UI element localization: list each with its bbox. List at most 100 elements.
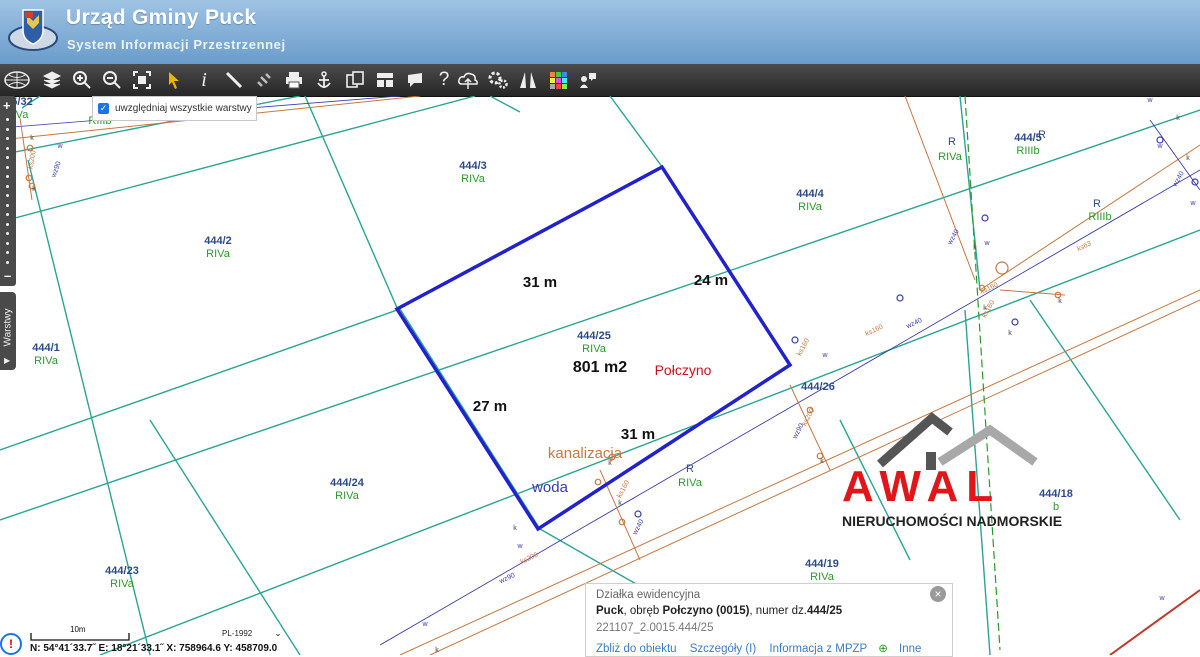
info-icon[interactable]: i	[192, 68, 216, 92]
zoom-level-dot[interactable]	[6, 118, 9, 121]
zoom-level-dot[interactable]	[6, 260, 9, 264]
r-label: R	[948, 136, 956, 148]
dimension-top: 31 m	[523, 274, 557, 291]
parcel-number-label: 444/26	[801, 381, 835, 393]
zoom-level-dot[interactable]	[6, 251, 9, 254]
land-use-label: RIIIb	[1088, 211, 1111, 223]
panel-heading: Działka ewidencyjna	[596, 589, 701, 601]
water-node-label: w	[1156, 143, 1163, 150]
user-location-icon[interactable]	[576, 68, 600, 92]
zoom-plus-icon[interactable]: +	[3, 98, 11, 113]
zoom-in-icon[interactable]	[70, 68, 94, 92]
pipe-label: ks200	[519, 551, 539, 565]
parcel-info-panel: Działka ewidencyjna × Puck, obręb Połczy…	[585, 583, 953, 657]
parcel-summary: Puck, obręb Połczyno (0015), numer dz.44…	[596, 605, 842, 617]
place-name: Puck	[596, 605, 624, 617]
zoom-out-icon[interactable]	[100, 68, 124, 92]
pipe-label: ks200	[801, 407, 816, 427]
zoom-level-dot[interactable]	[6, 203, 9, 207]
alert-icon[interactable]: !	[0, 633, 22, 655]
parcel-number-label: 444/23	[105, 565, 139, 577]
zoom-level-dot[interactable]	[6, 146, 9, 150]
anchor-icon[interactable]	[312, 68, 336, 92]
app-title: Urząd Gminy Puck	[66, 6, 257, 29]
mpzp-info-link[interactable]: Informacja z MPZP	[769, 643, 867, 655]
zoom-level-dot[interactable]	[6, 194, 9, 197]
zoom-level-dot[interactable]	[6, 184, 9, 188]
layers-tab[interactable]: Warstwy ▶	[0, 292, 16, 370]
zoom-level-dot[interactable]	[6, 156, 9, 159]
zoom-level-dot[interactable]	[6, 165, 9, 169]
parcel-number-label: 444/24	[330, 477, 365, 489]
parcel-number: 444/25	[806, 605, 843, 617]
map-view[interactable]: 444/3 RIVa 444/4 RIVa 444/2 RIVa 444/1 RIVa 444/…	[0, 96, 1200, 655]
zoom-level-dot[interactable]	[6, 175, 9, 178]
land-use-label: RIVa	[678, 477, 703, 489]
all-layers-label: uwzględniaj wszystkie warstwy	[115, 103, 252, 114]
road-icon[interactable]	[516, 68, 540, 92]
scale-label: 10m	[70, 625, 86, 634]
zoom-extent-icon[interactable]	[130, 68, 154, 92]
zoom-level-dot[interactable]	[6, 137, 9, 140]
pipe-label: wz90	[791, 422, 805, 441]
pipe-label: ks160	[864, 323, 884, 337]
brand-name: AWAL	[842, 462, 1002, 511]
plus-circle-icon[interactable]: ⊕	[878, 643, 888, 655]
zoom-minus-icon[interactable]: –	[4, 268, 11, 283]
pipe-label: wz90	[50, 161, 63, 180]
compare-icon[interactable]	[343, 68, 367, 92]
parcel-number-label: 444/25	[577, 330, 611, 342]
sewer-node-label: k	[973, 245, 977, 252]
chevron-down-icon: ⌄	[274, 628, 282, 638]
land-use-label: RIVa	[810, 571, 835, 583]
land-use-label: RIVa	[34, 355, 59, 367]
sewer-node-label: k	[983, 305, 987, 312]
zoom-level-dot[interactable]	[6, 241, 9, 245]
toolbar: i ?	[0, 64, 1200, 97]
app-header: Urząd Gminy Puck System Informacji Przes…	[0, 0, 1200, 64]
zoom-level-dot[interactable]	[6, 222, 9, 226]
zoom-level-dot[interactable]	[6, 232, 9, 235]
color-grid-icon[interactable]	[546, 68, 570, 92]
sewer-node-label: k	[618, 500, 622, 507]
zoom-level-dot[interactable]	[6, 213, 9, 216]
projection-select[interactable]: PL-1992 ⌄	[222, 628, 282, 639]
checkbox-checked[interactable]: ✓	[98, 103, 109, 114]
land-use-label: RIVa	[798, 201, 823, 213]
all-layers-option[interactable]: ✓ uwzględniaj wszystkie warstwy	[92, 96, 257, 121]
zoom-slider[interactable]: + –	[0, 96, 16, 286]
pointer-icon[interactable]	[162, 68, 186, 92]
water-node-label: w	[56, 143, 63, 150]
locality-label: Połczyno	[655, 362, 712, 378]
sewer-node-label: k	[435, 647, 439, 654]
zoom-level-dot[interactable]	[6, 127, 9, 131]
measure-icon[interactable]	[222, 68, 246, 92]
upload-icon[interactable]	[456, 68, 480, 92]
help-icon[interactable]: ?	[432, 68, 456, 92]
land-use-label: RIVa	[206, 248, 231, 260]
brand-tagline: NIERUCHOMOŚCI NADMORSKIE	[842, 513, 1063, 529]
close-icon[interactable]: ×	[930, 586, 946, 602]
zoom-to-object-link[interactable]: Zbliż do obiektu	[596, 643, 677, 655]
water-valve-symbol	[791, 336, 799, 344]
settings-icon[interactable]	[486, 68, 510, 92]
link-icon[interactable]	[252, 68, 276, 92]
land-use-label: RIVa	[938, 151, 963, 163]
details-link[interactable]: Szczegóły (I)	[690, 643, 756, 655]
comment-icon[interactable]	[403, 68, 427, 92]
land-use-label: RIVa	[582, 343, 607, 355]
more-link[interactable]: Inne	[899, 643, 921, 655]
obreb-value: Połczyno (0015)	[662, 605, 750, 617]
layout-icon[interactable]	[373, 68, 397, 92]
obreb-text: , obręb	[623, 605, 663, 617]
globe-icon[interactable]	[2, 68, 32, 92]
layers-icon[interactable]	[40, 68, 64, 92]
dimension-right: 24 m	[694, 272, 728, 289]
sewer-node-label: k	[1008, 330, 1012, 337]
parcel-number-label: 444/1	[32, 342, 60, 354]
r-label: R	[1093, 198, 1101, 210]
projection-label: PL-1992	[222, 629, 253, 638]
awal-watermark: AWAL NIERUCHOMOŚCI NADMORSKIE	[840, 412, 1080, 532]
parcel-number-label: 444/3	[459, 160, 487, 172]
print-icon[interactable]	[282, 68, 306, 92]
